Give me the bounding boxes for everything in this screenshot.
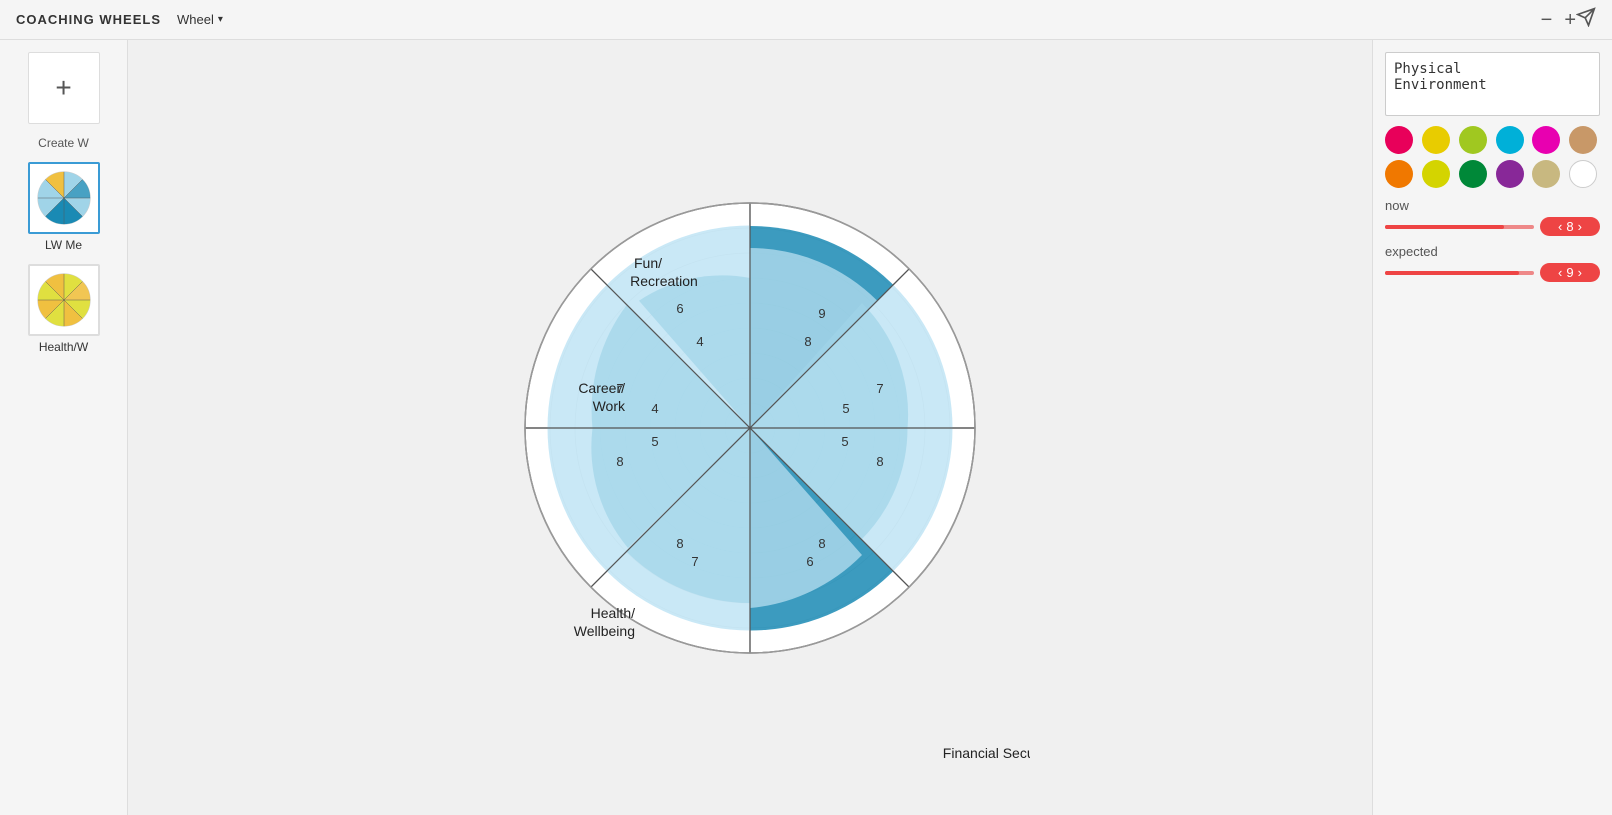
expected-decrement[interactable]: ‹ bbox=[1558, 265, 1562, 280]
number-9-pe: 9 bbox=[818, 306, 825, 321]
number-5-rr: 5 bbox=[841, 434, 848, 449]
color-purple[interactable] bbox=[1496, 160, 1524, 188]
number-6-ff: 6 bbox=[806, 554, 813, 569]
expected-slider-row: expected ‹ 9 › bbox=[1385, 244, 1600, 282]
color-tan[interactable] bbox=[1569, 126, 1597, 154]
health-thumbnail bbox=[28, 264, 100, 336]
label-health2: Wellbeing bbox=[574, 623, 635, 639]
number-8-fs: 8 bbox=[676, 536, 683, 551]
now-slider-control: ‹ 8 › bbox=[1385, 217, 1600, 236]
send-button[interactable] bbox=[1576, 7, 1596, 32]
color-cyan[interactable] bbox=[1496, 126, 1524, 154]
expected-track[interactable] bbox=[1385, 271, 1534, 275]
sliders: now ‹ 8 › expected bbox=[1385, 198, 1600, 282]
segment-name-input[interactable]: Physical Environment bbox=[1385, 52, 1600, 116]
lw-me-thumbnail bbox=[28, 162, 100, 234]
zoom-out-button[interactable]: − bbox=[1541, 10, 1553, 30]
color-green[interactable] bbox=[1459, 160, 1487, 188]
create-label: Create W bbox=[38, 136, 89, 150]
now-slider-row: now ‹ 8 › bbox=[1385, 198, 1600, 236]
now-increment[interactable]: › bbox=[1578, 219, 1582, 234]
now-label: now bbox=[1385, 198, 1600, 213]
number-6-fr: 6 bbox=[676, 301, 683, 316]
color-orange[interactable] bbox=[1385, 160, 1413, 188]
now-value: 8 bbox=[1566, 219, 1573, 234]
number-7-fs: 7 bbox=[691, 554, 698, 569]
plus-icon: + bbox=[55, 74, 71, 102]
expected-label: expected bbox=[1385, 244, 1600, 259]
expected-increment[interactable]: › bbox=[1578, 265, 1582, 280]
lw-me-label: LW Me bbox=[45, 238, 82, 252]
number-8-pe: 8 bbox=[804, 334, 811, 349]
now-decrement[interactable]: ‹ bbox=[1558, 219, 1562, 234]
number-4-cw: 4 bbox=[651, 401, 658, 416]
color-palette bbox=[1385, 126, 1600, 188]
sidebar-item-lw-me[interactable]: LW Me bbox=[22, 162, 106, 252]
create-wheel-button[interactable]: + bbox=[28, 52, 100, 124]
color-khaki[interactable] bbox=[1532, 160, 1560, 188]
number-5-hw: 5 bbox=[651, 434, 658, 449]
number-8-hw: 8 bbox=[616, 454, 623, 469]
expected-badge: ‹ 9 › bbox=[1540, 263, 1600, 282]
number-8-rr: 8 bbox=[876, 454, 883, 469]
color-yellow[interactable] bbox=[1422, 126, 1450, 154]
sidebar-item-health[interactable]: Health/W bbox=[22, 264, 106, 354]
number-5-pg: 5 bbox=[842, 401, 849, 416]
zoom-in-button[interactable]: + bbox=[1564, 10, 1576, 30]
color-lime[interactable] bbox=[1459, 126, 1487, 154]
number-7-pg: 7 bbox=[876, 381, 883, 396]
right-panel: Physical Environment now bbox=[1372, 40, 1612, 815]
wheel-menu[interactable]: Wheel ▾ bbox=[177, 12, 223, 27]
color-yellow-green[interactable] bbox=[1422, 160, 1450, 188]
color-white[interactable] bbox=[1569, 160, 1597, 188]
label-fun1: Fun/ bbox=[634, 255, 662, 271]
expected-slider-control: ‹ 9 › bbox=[1385, 263, 1600, 282]
label-health1: Health/ bbox=[591, 605, 635, 621]
now-track[interactable] bbox=[1385, 225, 1534, 229]
color-magenta[interactable] bbox=[1532, 126, 1560, 154]
health-label: Health/W bbox=[39, 340, 88, 354]
sidebar: + Create W bbox=[0, 40, 128, 815]
label-fun2: Recreation bbox=[630, 273, 698, 289]
expected-value: 9 bbox=[1566, 265, 1573, 280]
label-career1: Career/ bbox=[578, 380, 625, 396]
label-career2: Work bbox=[593, 398, 626, 414]
wheel-visualization[interactable]: 9 8 7 5 8 5 8 6 8 7 8 5 bbox=[470, 98, 1030, 758]
app-title: COACHING WHEELS bbox=[16, 12, 161, 27]
number-8-ff: 8 bbox=[818, 536, 825, 551]
wheel-canvas: 9 8 7 5 8 5 8 6 8 7 8 5 bbox=[128, 40, 1372, 815]
number-4-fr: 4 bbox=[696, 334, 703, 349]
now-badge: ‹ 8 › bbox=[1540, 217, 1600, 236]
color-hot-pink[interactable] bbox=[1385, 126, 1413, 154]
label-financial1: Financial Security/ bbox=[943, 745, 1030, 758]
